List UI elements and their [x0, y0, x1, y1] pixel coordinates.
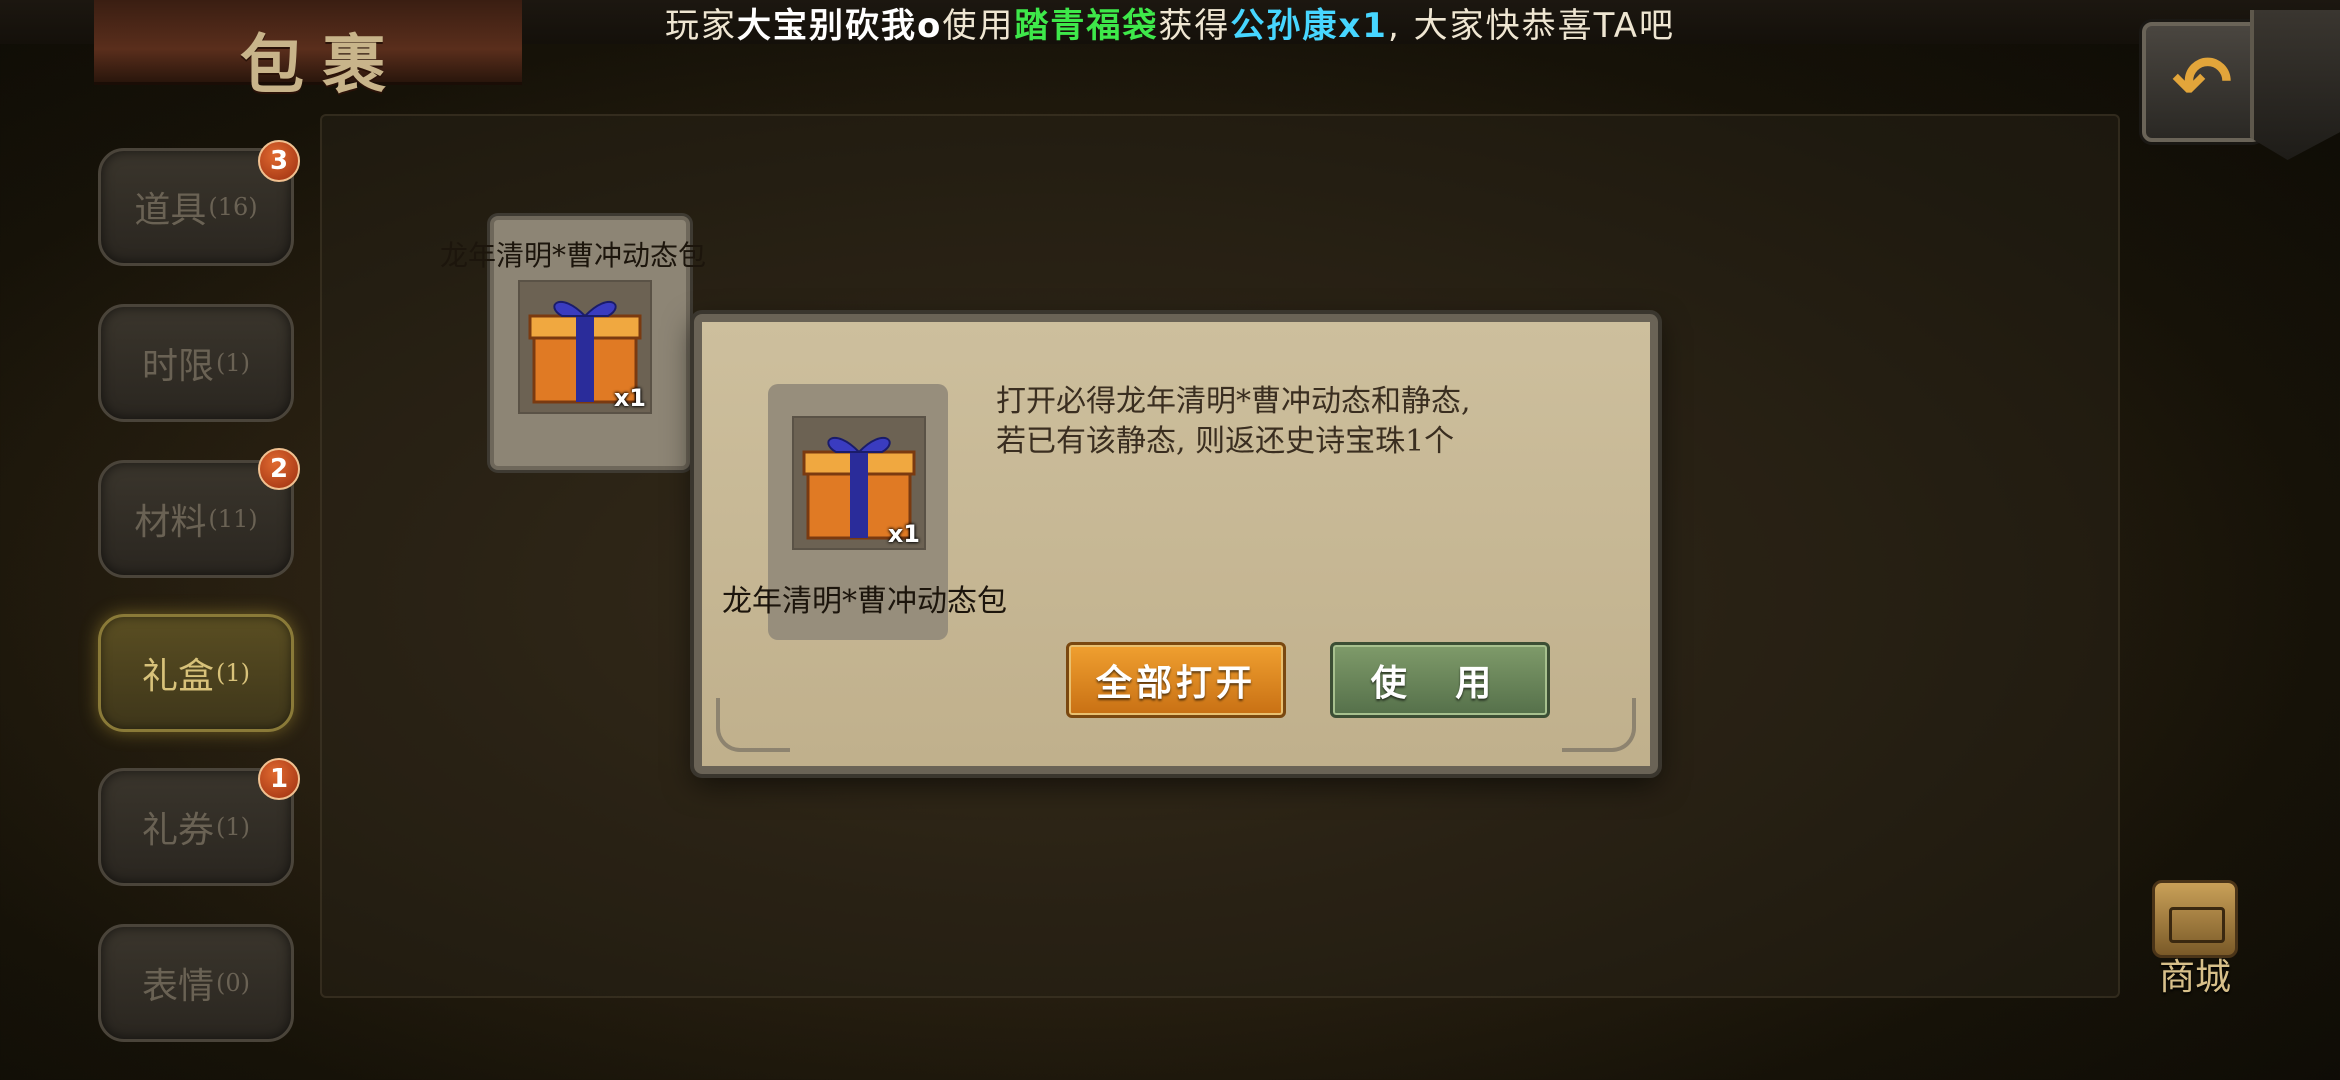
broadcast-item: 踏青福袋 [1014, 5, 1159, 46]
dialog-item-name: 龙年清明*曹冲动态包 [722, 584, 1007, 619]
page-title: 包裹 [240, 28, 404, 103]
description-line: 打开必得龙年清明*曹冲动态和静态, [996, 384, 1471, 419]
tab-count: (11) [208, 505, 258, 533]
description-line: 若已有该静态, 则返还史诗宝珠1个 [996, 424, 1455, 459]
title-banner: 包裹 [94, 0, 522, 103]
tab-label: 表情 [141, 966, 214, 1007]
back-button[interactable]: ↶ [2142, 22, 2262, 142]
item-description: 打开必得龙年清明*曹冲动态和静态, 若已有该静态, 则返还史诗宝珠1个 [996, 382, 1596, 462]
notification-badge: 3 [258, 140, 300, 182]
item-use-dialog: x1 龙年清明*曹冲动态包 打开必得龙年清明*曹冲动态和静态, 若已有该静态, … [694, 314, 1658, 774]
corner-ornament [1562, 698, 1636, 752]
item-icon-frame: x1 [518, 280, 652, 414]
broadcast-got: 获得 [1158, 5, 1231, 46]
notification-badge: 1 [258, 758, 300, 800]
broadcast-prefix: 玩家 [665, 5, 738, 46]
tab-count: (1) [216, 813, 250, 841]
tab-label: 材料 [134, 502, 207, 543]
tab-label: 道具 [134, 190, 207, 231]
tab-gift-box[interactable]: 礼盒 (1) [98, 614, 294, 732]
shop-button[interactable]: 商城 [2140, 880, 2250, 1000]
tab-label: 礼券 [141, 810, 214, 851]
back-arrow-icon: ↶ [2171, 40, 2233, 124]
tab-count: (1) [216, 349, 250, 377]
broadcast-verb: 使用 [942, 5, 1015, 46]
tab-emotes[interactable]: 表情 (0) [98, 924, 294, 1042]
open-all-button[interactable]: 全部打开 [1066, 642, 1286, 718]
notification-badge: 2 [258, 448, 300, 490]
corner-ornament [716, 698, 790, 752]
use-button[interactable]: 使 用 [1330, 642, 1550, 718]
inventory-item-name: 龙年清明*曹冲动态包 [440, 239, 707, 272]
broadcast-message: 玩家大宝别砍我o使用踏青福袋获得公孙康x1, 大家快恭喜TA吧 [665, 0, 1675, 47]
broadcast-suffix: , 大家快恭喜TA吧 [1387, 5, 1675, 46]
broadcast-player: 大宝别砍我o [737, 5, 943, 46]
broadcast-reward: 公孙康x1 [1230, 5, 1388, 46]
item-quantity: x1 [887, 520, 920, 548]
tab-count: (0) [216, 969, 250, 997]
treasure-chest-icon [2152, 880, 2238, 958]
tab-label: 礼盒 [141, 656, 214, 697]
tab-count: (1) [216, 659, 250, 687]
tab-limited[interactable]: 时限 (1) [98, 304, 294, 422]
tab-label: 时限 [141, 346, 214, 387]
item-quantity: x1 [613, 384, 646, 412]
tab-count: (16) [208, 193, 258, 221]
corner-ornament [2250, 10, 2340, 160]
item-icon-frame: x1 [792, 416, 926, 550]
